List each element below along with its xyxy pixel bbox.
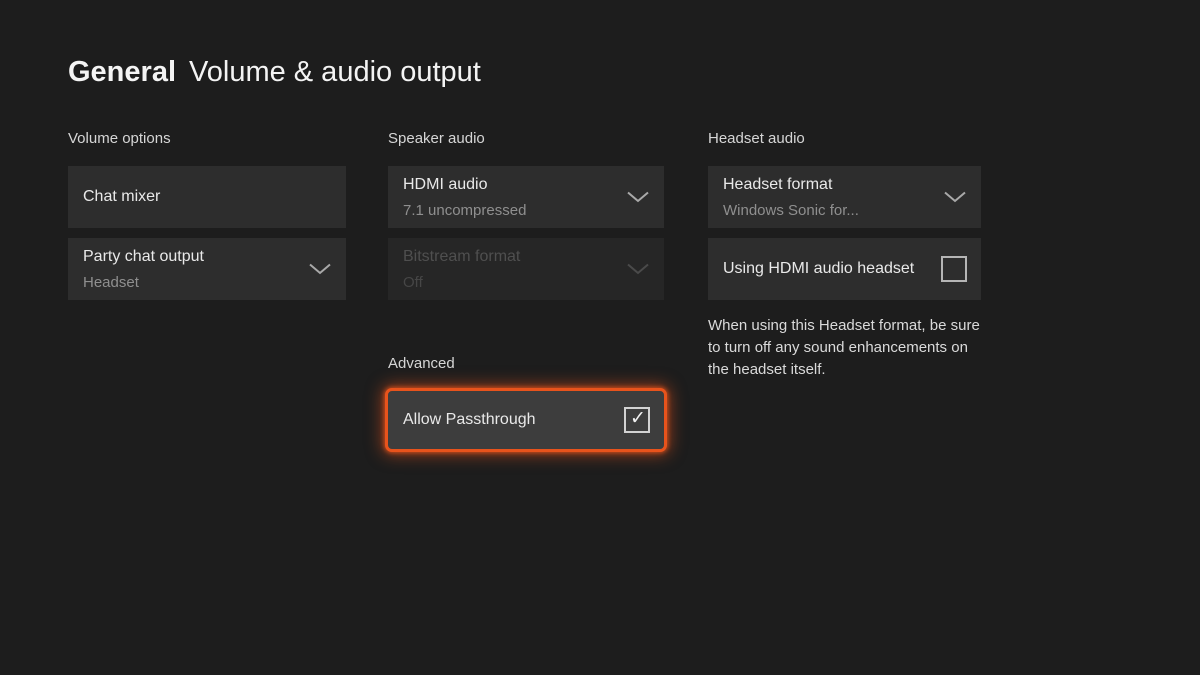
hdmi-audio-dropdown[interactable]: HDMI audio 7.1 uncompressed	[388, 166, 664, 228]
chevron-down-icon	[309, 264, 331, 275]
hdmi-audio-label: HDMI audio	[403, 172, 526, 198]
checkbox-unchecked-icon	[941, 256, 967, 282]
bitstream-format-label: Bitstream format	[403, 244, 520, 270]
checkmark-icon: ✓	[630, 409, 646, 428]
hdmi-audio-value: 7.1 uncompressed	[403, 198, 526, 223]
headset-format-label: Headset format	[723, 172, 859, 198]
advanced-header: Advanced	[388, 356, 664, 372]
party-chat-output-label: Party chat output	[83, 244, 204, 270]
party-chat-output-value: Headset	[83, 270, 204, 295]
using-hdmi-audio-headset-label: Using HDMI audio headset	[723, 256, 914, 282]
headset-audio-section: Headset audio Headset format Windows Son…	[708, 131, 981, 381]
page-title-section: General	[68, 55, 176, 89]
bitstream-format-dropdown: Bitstream format Off	[388, 238, 664, 300]
page-title: General Volume & audio output	[68, 55, 481, 89]
allow-passthrough-checkbox-tile[interactable]: Allow Passthrough ✓	[385, 388, 667, 452]
chat-mixer-label: Chat mixer	[83, 184, 160, 210]
headset-format-value: Windows Sonic for...	[723, 198, 859, 223]
volume-options-section: Volume options Chat mixer Party chat out…	[68, 131, 346, 310]
using-hdmi-audio-headset-checkbox-tile[interactable]: Using HDMI audio headset	[708, 238, 981, 300]
checkbox-checked-icon: ✓	[624, 407, 650, 433]
speaker-audio-header: Speaker audio	[388, 131, 664, 147]
headset-format-note: When using this Headset format, be sure …	[708, 315, 981, 381]
chevron-down-icon	[627, 264, 649, 275]
volume-options-header: Volume options	[68, 131, 346, 147]
allow-passthrough-label: Allow Passthrough	[403, 407, 536, 433]
speaker-audio-section: Speaker audio HDMI audio 7.1 uncompresse…	[388, 131, 664, 462]
bitstream-format-value: Off	[403, 270, 520, 295]
party-chat-output-dropdown[interactable]: Party chat output Headset	[68, 238, 346, 300]
advanced-section: Advanced Allow Passthrough ✓	[388, 356, 664, 452]
chevron-down-icon	[944, 192, 966, 203]
page-title-subtitle: Volume & audio output	[189, 55, 481, 89]
chat-mixer-button[interactable]: Chat mixer	[68, 166, 346, 228]
chevron-down-icon	[627, 192, 649, 203]
headset-format-dropdown[interactable]: Headset format Windows Sonic for...	[708, 166, 981, 228]
headset-audio-header: Headset audio	[708, 131, 981, 147]
